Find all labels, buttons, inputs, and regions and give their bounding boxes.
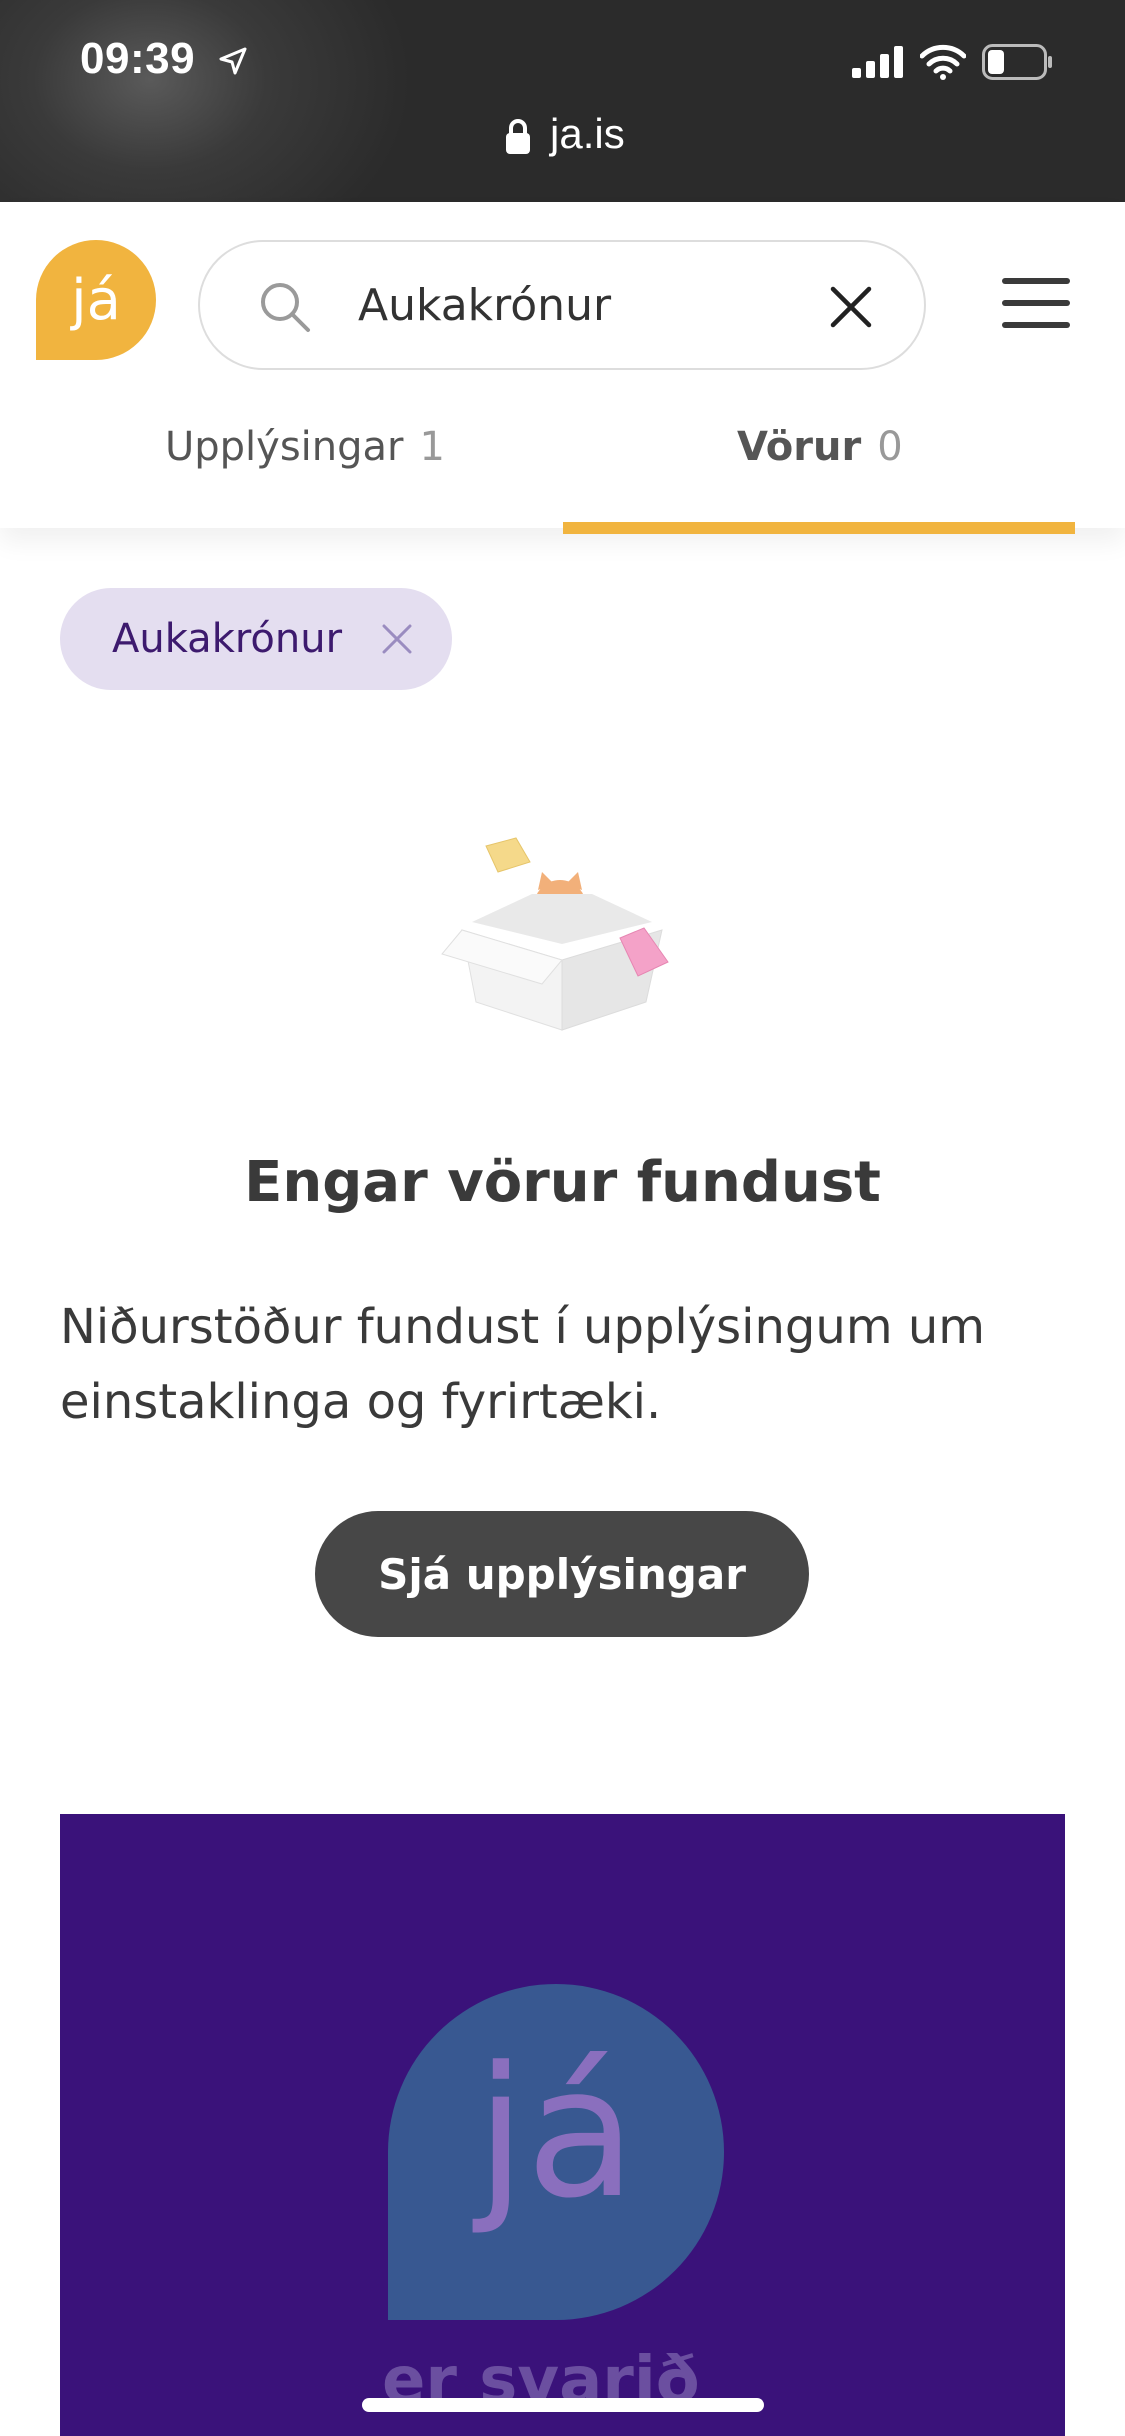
location-arrow-icon bbox=[219, 47, 247, 75]
status-bar: 09:39 ja.is bbox=[0, 0, 1125, 202]
active-tab-indicator bbox=[563, 522, 1075, 534]
status-time: 09:39 bbox=[80, 34, 196, 83]
promo-logo-text: já bbox=[475, 2029, 637, 2238]
signal-icon bbox=[852, 46, 903, 78]
remove-filter-icon[interactable] bbox=[382, 624, 412, 654]
search-input[interactable] bbox=[358, 272, 778, 338]
hamburger-menu-icon[interactable] bbox=[1002, 278, 1070, 328]
tab-count: 1 bbox=[419, 424, 445, 470]
tab-label: Vörur bbox=[737, 424, 862, 470]
battery-icon bbox=[982, 44, 1052, 80]
empty-box-cat-illustration bbox=[441, 837, 669, 1031]
wifi-icon bbox=[920, 44, 966, 80]
empty-state-title: Engar vörur fundust bbox=[244, 1150, 881, 1215]
see-information-button[interactable]: Sjá upplýsingar bbox=[315, 1511, 809, 1637]
promo-banner[interactable]: já er svarið bbox=[60, 1814, 1065, 2436]
filter-chip[interactable]: Aukakrónur bbox=[60, 588, 452, 690]
search-icon[interactable] bbox=[258, 280, 312, 334]
tab-upplysingar[interactable]: Upplýsingar 1 bbox=[165, 424, 445, 508]
logo-text: já bbox=[71, 267, 121, 333]
home-indicator[interactable] bbox=[362, 2398, 764, 2412]
tab-vorur[interactable]: Vörur 0 bbox=[737, 424, 903, 508]
search-box[interactable] bbox=[198, 240, 926, 370]
filter-chip-label: Aukakrónur bbox=[112, 616, 343, 662]
tab-count: 0 bbox=[877, 424, 903, 470]
lock-icon bbox=[506, 119, 530, 154]
tab-label: Upplýsingar bbox=[165, 424, 404, 470]
ja-logo[interactable]: já bbox=[36, 240, 156, 360]
empty-state-description: Niðurstöður fundust í upplýsingum um ein… bbox=[60, 1299, 986, 1430]
clear-search-icon[interactable] bbox=[828, 284, 874, 330]
url-address[interactable]: ja.is bbox=[550, 110, 625, 158]
